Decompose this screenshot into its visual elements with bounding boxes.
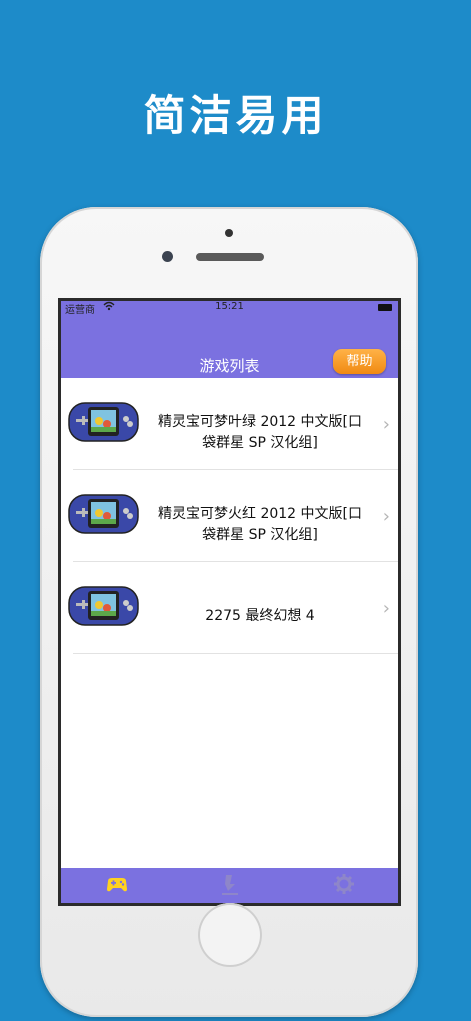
tab-download[interactable] <box>217 873 243 897</box>
wifi-icon <box>103 301 115 314</box>
gamepad-icon <box>107 878 127 892</box>
game-title-line: 精灵宝可梦叶绿 2012 中文版[口 <box>158 414 362 430</box>
gba-console-icon <box>68 402 139 442</box>
game-list: 精灵宝可梦叶绿 2012 中文版[口 袋群星 SP 汉化组] › 精灵宝可梦火红… <box>61 378 398 654</box>
gear-icon <box>334 874 354 894</box>
row-divider <box>73 653 398 654</box>
front-camera <box>162 251 173 262</box>
game-title: 精灵宝可梦叶绿 2012 中文版[口 袋群星 SP 汉化组] <box>149 412 371 454</box>
home-button[interactable] <box>198 903 262 967</box>
game-row[interactable]: 精灵宝可梦火红 2012 中文版[口 袋群星 SP 汉化组] › <box>61 470 398 562</box>
game-title-line: 2275 最终幻想 4 <box>205 608 315 624</box>
chevron-right-icon: › <box>382 414 390 435</box>
game-title-line: 精灵宝可梦火红 2012 中文版[口 <box>158 506 362 522</box>
game-title: 精灵宝可梦火红 2012 中文版[口 袋群星 SP 汉化组] <box>149 504 371 546</box>
game-row[interactable]: 2275 最终幻想 4 › <box>61 562 398 654</box>
battery-icon <box>378 304 392 311</box>
gba-console-icon <box>68 586 139 626</box>
phone-frame: 运营商 15:21 游戏列表 帮助 精灵宝可梦叶绿 2012 中文版[口 袋群星… <box>40 207 418 1017</box>
page-headline: 简洁易用 <box>143 91 328 140</box>
tab-games[interactable] <box>104 873 130 897</box>
chevron-right-icon: › <box>382 598 390 619</box>
carrier-label: 运营商 <box>65 305 95 316</box>
app-screen: 运营商 15:21 游戏列表 帮助 精灵宝可梦叶绿 2012 中文版[口 袋群星… <box>61 301 398 903</box>
sensor-dot <box>225 229 233 237</box>
tab-settings[interactable] <box>331 873 357 897</box>
game-row[interactable]: 精灵宝可梦叶绿 2012 中文版[口 袋群星 SP 汉化组] › <box>61 378 398 470</box>
help-button[interactable]: 帮助 <box>333 349 386 374</box>
navigation-bar: 游戏列表 帮助 <box>61 315 398 378</box>
tab-bar <box>61 868 398 903</box>
game-title-line: 袋群星 SP 汉化组] <box>202 435 318 451</box>
game-title: 2275 最终幻想 4 <box>149 606 371 627</box>
download-icon <box>222 875 238 895</box>
status-time: 15:21 <box>215 301 244 312</box>
gba-console-icon <box>68 494 139 534</box>
game-title-line: 袋群星 SP 汉化组] <box>202 527 318 543</box>
status-bar: 运营商 15:21 <box>61 301 398 316</box>
earpiece-speaker <box>196 253 264 261</box>
chevron-right-icon: › <box>382 506 390 527</box>
